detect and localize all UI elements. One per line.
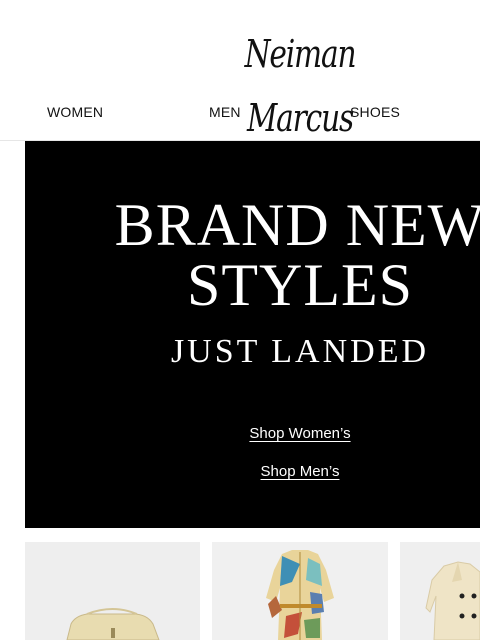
neiman-marcus-logo[interactable]: Neiman Marcus	[222, 22, 378, 140]
product-tile-cream-coat[interactable]	[400, 542, 480, 640]
nav-item-women[interactable]: WOMEN	[47, 104, 103, 120]
printed-dress-image	[266, 550, 334, 640]
hero-banner[interactable]: BRAND NEW STYLES JUST LANDED Shop Women’…	[25, 141, 480, 528]
hero-headline-line1: BRAND NEW	[114, 192, 480, 258]
shop-mens-link[interactable]: Shop Men’s	[25, 463, 480, 480]
shop-womens-link[interactable]: Shop Women’s	[25, 425, 480, 442]
product-tile-handbag[interactable]	[25, 542, 200, 640]
hero-headline-line2: STYLES	[186, 252, 414, 318]
nav-item-shoes[interactable]: SHOES	[350, 104, 400, 120]
handbag-image	[66, 608, 160, 640]
hero-subheadline: JUST LANDED	[170, 333, 430, 370]
product-tile-printed-dress[interactable]	[212, 542, 388, 640]
cream-coat-image	[425, 561, 480, 640]
main-nav: WOMEN MEN SHOES	[0, 104, 480, 122]
nav-item-men[interactable]: MEN	[209, 104, 241, 120]
